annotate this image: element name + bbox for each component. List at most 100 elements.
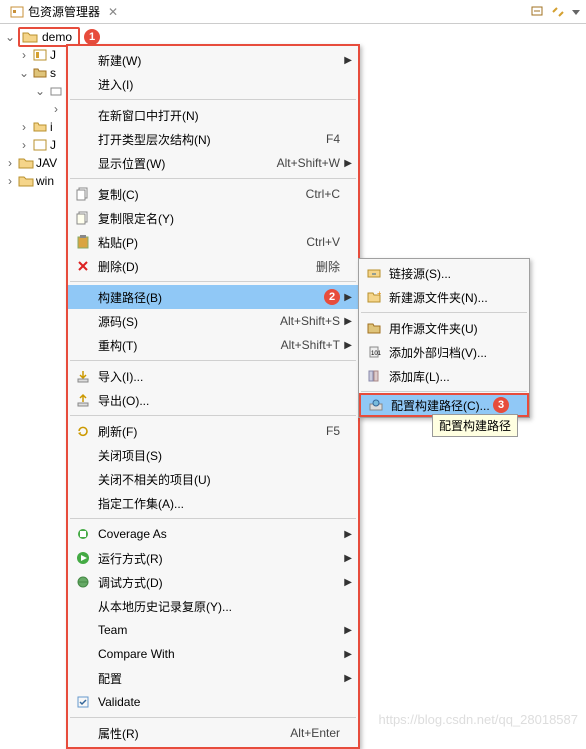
- expand-icon[interactable]: ›: [18, 138, 30, 152]
- submenu-arrow-icon: ▶: [344, 158, 352, 169]
- collapse-all-icon[interactable]: [530, 4, 546, 20]
- main_menu-item[interactable]: 在新窗口中打开(N): [68, 103, 358, 127]
- expand-icon[interactable]: ⌄: [4, 30, 16, 44]
- expand-icon[interactable]: ›: [4, 174, 16, 188]
- menu-shortcut: Alt+Shift+T: [281, 338, 340, 352]
- menu-label: 复制限定名(Y): [94, 210, 340, 227]
- main_menu-item[interactable]: 刷新(F)F5: [68, 419, 358, 443]
- main_menu-item[interactable]: 构建路径(B)2▶: [68, 285, 358, 309]
- debug-icon: [72, 573, 94, 591]
- main_menu-item[interactable]: 导出(O)...: [68, 388, 358, 412]
- link-editor-icon[interactable]: [550, 4, 566, 20]
- main_menu-item[interactable]: 重构(T)Alt+Shift+T▶: [68, 333, 358, 357]
- blank-icon: [72, 494, 94, 512]
- panel-title: 包资源管理器: [28, 3, 100, 20]
- project-folder-icon: [18, 155, 34, 171]
- sub_menu-item[interactable]: 链接源(S)...: [359, 261, 529, 285]
- build-path-submenu: 链接源(S)... +新建源文件夹(N)... 用作源文件夹(U)101添加外部归档…: [358, 258, 530, 418]
- main_menu-item[interactable]: 粘贴(P) Ctrl+V: [68, 230, 358, 254]
- sub_menu-item[interactable]: 用作源文件夹(U): [359, 316, 529, 340]
- newfolder-icon: +: [363, 288, 385, 306]
- panel-tab[interactable]: 包资源管理器 ✕: [4, 1, 124, 22]
- main_menu-item[interactable]: 指定工作集(A)...: [68, 491, 358, 515]
- tree-label: i: [50, 120, 53, 134]
- project-folder-icon: [22, 29, 38, 45]
- main_menu-item[interactable]: 运行方式(R)▶: [68, 546, 358, 570]
- sub_menu-item[interactable]: +新建源文件夹(N)...: [359, 285, 529, 309]
- main_menu-item[interactable]: 从本地历史记录复原(Y)...: [68, 594, 358, 618]
- main_menu-item[interactable]: 进入(I): [68, 72, 358, 96]
- expand-icon[interactable]: ⌄: [18, 66, 30, 80]
- package-icon: [48, 83, 64, 99]
- menu-separator: [70, 415, 356, 416]
- main_menu-item[interactable]: 打开类型层次结构(N)F4: [68, 127, 358, 151]
- blank-icon: [72, 336, 94, 354]
- expand-icon[interactable]: ⌄: [34, 84, 46, 98]
- expand-icon[interactable]: ›: [50, 102, 62, 116]
- coverage-icon: [72, 525, 94, 543]
- menu-label: 重构(T): [94, 337, 269, 354]
- menu-label: 添加库(L)...: [385, 368, 511, 385]
- menu-label: 显示位置(W): [94, 155, 265, 172]
- main_menu-item[interactable]: 导入(I)...: [68, 364, 358, 388]
- callout-2: 2: [324, 289, 340, 305]
- validate-icon: [72, 693, 94, 711]
- menu-label: 配置: [94, 670, 340, 687]
- callout-1: 1: [84, 29, 100, 45]
- blank-icon: [72, 645, 94, 663]
- link-icon: [363, 264, 385, 282]
- main_menu-item[interactable]: Validate: [68, 690, 358, 714]
- main_menu-item[interactable]: 复制(C)Ctrl+C: [68, 182, 358, 206]
- main_menu-item[interactable]: Coverage As▶: [68, 522, 358, 546]
- tree-label: J: [50, 48, 56, 62]
- submenu-arrow-icon: ▶: [344, 55, 352, 66]
- main_menu-item[interactable]: Team▶: [68, 618, 358, 642]
- panel-header: 包资源管理器 ✕: [0, 0, 586, 24]
- main_menu-item[interactable]: 配置▶: [68, 666, 358, 690]
- panel-toolbar: [530, 4, 582, 20]
- menu-label: 粘贴(P): [94, 234, 294, 251]
- submenu-arrow-icon: ▶: [344, 649, 352, 660]
- menu-shortcut: Alt+Shift+S: [280, 314, 340, 328]
- refresh-icon: [72, 422, 94, 440]
- menu-label: Validate: [94, 695, 340, 709]
- close-tab-icon[interactable]: ✕: [108, 5, 118, 19]
- expand-icon[interactable]: ›: [18, 120, 30, 134]
- package-explorer-icon: [10, 5, 24, 19]
- menu-shortcut: F5: [326, 424, 340, 438]
- main_menu-item[interactable]: Compare With▶: [68, 642, 358, 666]
- menu-label: 导入(I)...: [94, 368, 340, 385]
- sub_menu-item[interactable]: 101添加外部归档(V)...: [359, 340, 529, 364]
- main_menu-item[interactable]: 关闭不相关的项目(U): [68, 467, 358, 491]
- tree-label: JAV: [36, 156, 57, 170]
- menu-label: 新建(W): [94, 52, 340, 69]
- menu-label: 构建路径(B): [94, 289, 322, 306]
- menu-label: 导出(O)...: [94, 392, 340, 409]
- menu-label: 关闭不相关的项目(U): [94, 471, 340, 488]
- main_menu-item[interactable]: 源码(S)Alt+Shift+S▶: [68, 309, 358, 333]
- config-icon: [365, 396, 387, 414]
- copy-icon: [72, 185, 94, 203]
- main_menu-item[interactable]: 关闭项目(S): [68, 443, 358, 467]
- main_menu-item[interactable]: 调试方式(D)▶: [68, 570, 358, 594]
- submenu-arrow-icon: ▶: [344, 577, 352, 588]
- sub_menu-item[interactable]: 添加库(L)...: [359, 364, 529, 388]
- menu-label: 链接源(S)...: [385, 265, 511, 282]
- menu-shortcut: Ctrl+V: [306, 235, 340, 249]
- menu-shortcut: 删除: [316, 258, 340, 275]
- blank-icon: [72, 51, 94, 69]
- main_menu-item[interactable]: 复制限定名(Y): [68, 206, 358, 230]
- tree-label: J: [50, 138, 56, 152]
- main_menu-item[interactable]: 删除(D)删除: [68, 254, 358, 278]
- main_menu-item[interactable]: 新建(W) ▶: [68, 48, 358, 72]
- expand-icon[interactable]: ›: [4, 156, 16, 170]
- main_menu-item[interactable]: 属性(R)Alt+Enter: [68, 721, 358, 745]
- menu-separator: [70, 178, 356, 179]
- view-menu-icon[interactable]: [570, 6, 582, 18]
- expand-icon[interactable]: ›: [18, 48, 30, 62]
- menu-label: 打开类型层次结构(N): [94, 131, 314, 148]
- menu-label: 运行方式(R): [94, 550, 340, 567]
- main_menu-item[interactable]: 显示位置(W)Alt+Shift+W▶: [68, 151, 358, 175]
- blank-icon: [72, 288, 94, 306]
- folder-icon: [32, 119, 48, 135]
